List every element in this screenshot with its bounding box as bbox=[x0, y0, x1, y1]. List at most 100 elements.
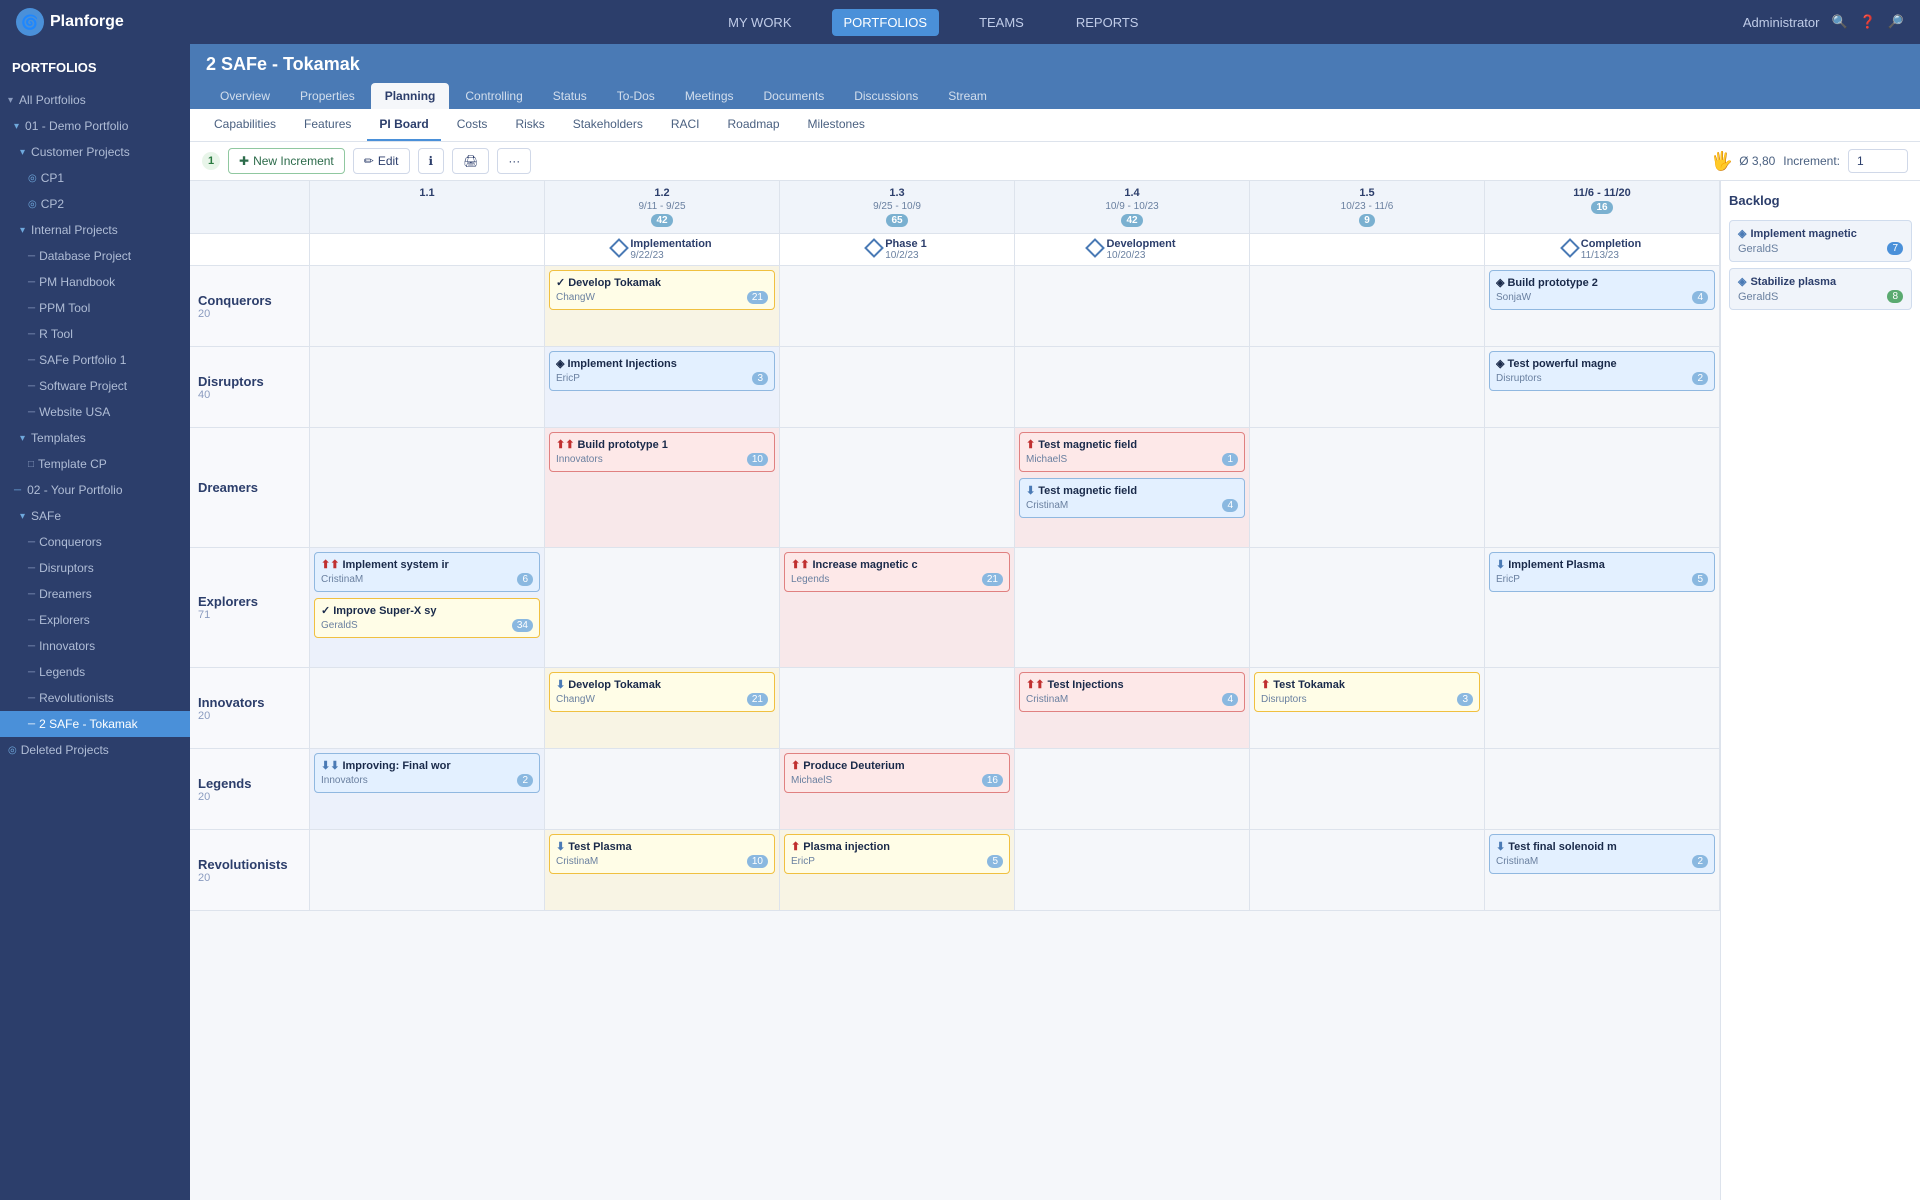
sidebar-item-revolutionists[interactable]: ─ Revolutionists bbox=[0, 685, 190, 711]
folder-icon: ▾ bbox=[14, 119, 19, 134]
tab-documents[interactable]: Documents bbox=[750, 83, 839, 109]
search-icon[interactable]: 🔍 bbox=[1831, 14, 1847, 30]
subtab-roadmap[interactable]: Roadmap bbox=[716, 109, 792, 141]
user-menu[interactable]: Administrator bbox=[1743, 15, 1820, 30]
tab-properties[interactable]: Properties bbox=[286, 83, 369, 109]
sidebar-item-website-usa[interactable]: ─ Website USA bbox=[0, 399, 190, 425]
sidebar-item-conquerors[interactable]: ─ Conquerors bbox=[0, 529, 190, 555]
sidebar-item-legends[interactable]: ─ Legends bbox=[0, 659, 190, 685]
increment-select[interactable]: 1 2 3 bbox=[1848, 149, 1908, 173]
card-develop-tokamak-conquerors[interactable]: ✓ Develop Tokamak ChangW 21 bbox=[549, 270, 775, 310]
card-produce-deuterium[interactable]: ⬆ Produce Deuterium MichaelS 16 bbox=[784, 753, 1010, 793]
nav-mywork[interactable]: MY WORK bbox=[716, 9, 803, 36]
card-improve-superx[interactable]: ✓ Improve Super-X sy GeraldS 34 bbox=[314, 598, 540, 638]
sidebar-item-pm-handbook[interactable]: ─ PM Handbook bbox=[0, 269, 190, 295]
tab-controlling[interactable]: Controlling bbox=[451, 83, 536, 109]
card-increase-magnetic[interactable]: ⬆⬆ Increase magnetic c Legends 21 bbox=[784, 552, 1010, 592]
subtab-features[interactable]: Features bbox=[292, 109, 363, 141]
card-implement-plasma[interactable]: ⬇ Implement Plasma EricP 5 bbox=[1489, 552, 1715, 592]
milestone-cell-1-6: Completion 11/13/23 bbox=[1485, 234, 1720, 265]
tab-discussions[interactable]: Discussions bbox=[840, 83, 932, 109]
new-increment-button[interactable]: ✚ New Increment bbox=[228, 148, 345, 174]
milestone-cells: Implementation 9/22/23 bbox=[310, 234, 1720, 265]
sidebar-item-internal-projects[interactable]: ▾ Internal Projects bbox=[0, 217, 190, 243]
card-test-powerful-magne[interactable]: ◈ Test powerful magne Disruptors 2 bbox=[1489, 351, 1715, 391]
sidebar-item-cp2[interactable]: ◎ CP2 bbox=[0, 191, 190, 217]
subtab-costs[interactable]: Costs bbox=[445, 109, 500, 141]
card-test-plasma[interactable]: ⬇ Test Plasma CristinaM 10 bbox=[549, 834, 775, 874]
sidebar-item-innovators[interactable]: ─ Innovators bbox=[0, 633, 190, 659]
sidebar-item-safe-portfolio1[interactable]: ─ SAFe Portfolio 1 bbox=[0, 347, 190, 373]
sidebar-item-customer-projects[interactable]: ▾ Customer Projects bbox=[0, 139, 190, 165]
sidebar-item-software-project[interactable]: ─ Software Project bbox=[0, 373, 190, 399]
subtab-raci[interactable]: RACI bbox=[659, 109, 712, 141]
milestone-row: Implementation 9/22/23 bbox=[190, 234, 1720, 266]
plus-icon: ✚ bbox=[239, 154, 249, 168]
backlog-item-implement-magnetic[interactable]: ◈ Implement magnetic GeraldS 7 bbox=[1729, 220, 1912, 262]
card-test-tokamak[interactable]: ⬆ Test Tokamak Disruptors 3 bbox=[1254, 672, 1480, 712]
card-build-prototype2[interactable]: ◈ Build prototype 2 SonjaW 4 bbox=[1489, 270, 1715, 310]
logo-text: Planforge bbox=[50, 13, 124, 31]
sidebar-item-cp1[interactable]: ◎ CP1 bbox=[0, 165, 190, 191]
card-implement-system[interactable]: ⬆⬆ Implement system ir CristinaM 6 bbox=[314, 552, 540, 592]
card-test-magnetic-field-1[interactable]: ⬆ Test magnetic field MichaelS 1 bbox=[1019, 432, 1245, 472]
more-button[interactable]: ··· bbox=[497, 148, 531, 174]
velocity-badge: 🖐 Ø 3,80 bbox=[1711, 151, 1775, 172]
sidebar-item-explorers[interactable]: ─ Explorers bbox=[0, 607, 190, 633]
sidebar-item-dreamers[interactable]: ─ Dreamers bbox=[0, 581, 190, 607]
tab-status[interactable]: Status bbox=[539, 83, 601, 109]
sidebar-item-demo-portfolio[interactable]: ▾ 01 - Demo Portfolio bbox=[0, 113, 190, 139]
sidebar-item-2-safe-tokamak[interactable]: ─ 2 SAFe - Tokamak bbox=[0, 711, 190, 737]
info-button[interactable]: ℹ bbox=[418, 148, 445, 174]
dreamers-sprint-2: ⬆⬆ Build prototype 1 Innovators 10 bbox=[545, 428, 780, 547]
nav-reports[interactable]: REPORTS bbox=[1064, 9, 1151, 36]
tab-meetings[interactable]: Meetings bbox=[671, 83, 748, 109]
milestone-cell-1-2: Implementation 9/22/23 bbox=[545, 234, 780, 265]
app-logo[interactable]: 🌀 Planforge bbox=[16, 8, 124, 36]
card-implement-injections[interactable]: ◈ Implement Injections EricP 3 bbox=[549, 351, 775, 391]
legends-sprint-3: ⬆ Produce Deuterium MichaelS 16 bbox=[780, 749, 1015, 829]
conquerors-cells: ✓ Develop Tokamak ChangW 21 bbox=[310, 266, 1720, 346]
subtab-capabilities[interactable]: Capabilities bbox=[202, 109, 288, 141]
backlog-item-stabilize-plasma[interactable]: ◈ Stabilize plasma GeraldS 8 bbox=[1729, 268, 1912, 310]
print-button[interactable]: 🖨 bbox=[452, 148, 489, 174]
card-test-injections[interactable]: ⬆⬆ Test Injections CristinaM 4 bbox=[1019, 672, 1245, 712]
subtab-risks[interactable]: Risks bbox=[503, 109, 556, 141]
backlog-item-icon: ◈ bbox=[1738, 227, 1746, 240]
card-develop-tokamak-innovators[interactable]: ⬇ Develop Tokamak ChangW 21 bbox=[549, 672, 775, 712]
subtab-pi-board[interactable]: PI Board bbox=[367, 109, 440, 141]
help-icon[interactable]: ❓ bbox=[1860, 14, 1876, 30]
card-build-prototype1[interactable]: ⬆⬆ Build prototype 1 Innovators 10 bbox=[549, 432, 775, 472]
sidebar-item-all-portfolios[interactable]: ▾ All Portfolios bbox=[0, 87, 190, 113]
card-test-magnetic-field-2[interactable]: ⬇ Test magnetic field CristinaM 4 bbox=[1019, 478, 1245, 518]
explorers-label: Explorers 71 bbox=[190, 548, 310, 667]
milestone-cell-1-4: Development 10/20/23 bbox=[1015, 234, 1250, 265]
new-increment-badge: 1 bbox=[202, 152, 220, 170]
tab-todos[interactable]: To-Dos bbox=[603, 83, 669, 109]
innovators-sprint-4: ⬆⬆ Test Injections CristinaM 4 bbox=[1015, 668, 1250, 748]
tab-planning[interactable]: Planning bbox=[371, 83, 450, 109]
sidebar-item-deleted-projects[interactable]: ◎ Deleted Projects bbox=[0, 737, 190, 763]
subtab-stakeholders[interactable]: Stakeholders bbox=[561, 109, 655, 141]
card-improving-final[interactable]: ⬇⬇ Improving: Final wor Innovators 2 bbox=[314, 753, 540, 793]
tab-stream[interactable]: Stream bbox=[934, 83, 1001, 109]
sidebar-item-templates[interactable]: ▾ Templates bbox=[0, 425, 190, 451]
sidebar-item-ppm-tool[interactable]: ─ PPM Tool bbox=[0, 295, 190, 321]
nav-portfolios[interactable]: PORTFOLIOS bbox=[832, 9, 940, 36]
milestone-cell-1-3: Phase 1 10/2/23 bbox=[780, 234, 1015, 265]
disruptors-sprint-2: ◈ Implement Injections EricP 3 bbox=[545, 347, 780, 427]
card-plasma-injection[interactable]: ⬆ Plasma injection EricP 5 bbox=[784, 834, 1010, 874]
edit-button[interactable]: ✏ Edit bbox=[353, 148, 410, 174]
sidebar-item-safe[interactable]: ▾ SAFe bbox=[0, 503, 190, 529]
card-test-final-solenoid[interactable]: ⬇ Test final solenoid m CristinaM 2 bbox=[1489, 834, 1715, 874]
sidebar-item-disruptors[interactable]: ─ Disruptors bbox=[0, 555, 190, 581]
sidebar-item-r-tool[interactable]: ─ R Tool bbox=[0, 321, 190, 347]
tab-overview[interactable]: Overview bbox=[206, 83, 284, 109]
sidebar-item-template-cp[interactable]: □ Template CP bbox=[0, 451, 190, 477]
sidebar-item-database-project[interactable]: ─ Database Project bbox=[0, 243, 190, 269]
sidebar-item-your-portfolio[interactable]: ─ 02 - Your Portfolio bbox=[0, 477, 190, 503]
innovators-sprint-6 bbox=[1485, 668, 1720, 748]
nav-teams[interactable]: TEAMS bbox=[967, 9, 1036, 36]
settings-icon[interactable]: 🔎 bbox=[1888, 14, 1904, 30]
subtab-milestones[interactable]: Milestones bbox=[796, 109, 877, 141]
